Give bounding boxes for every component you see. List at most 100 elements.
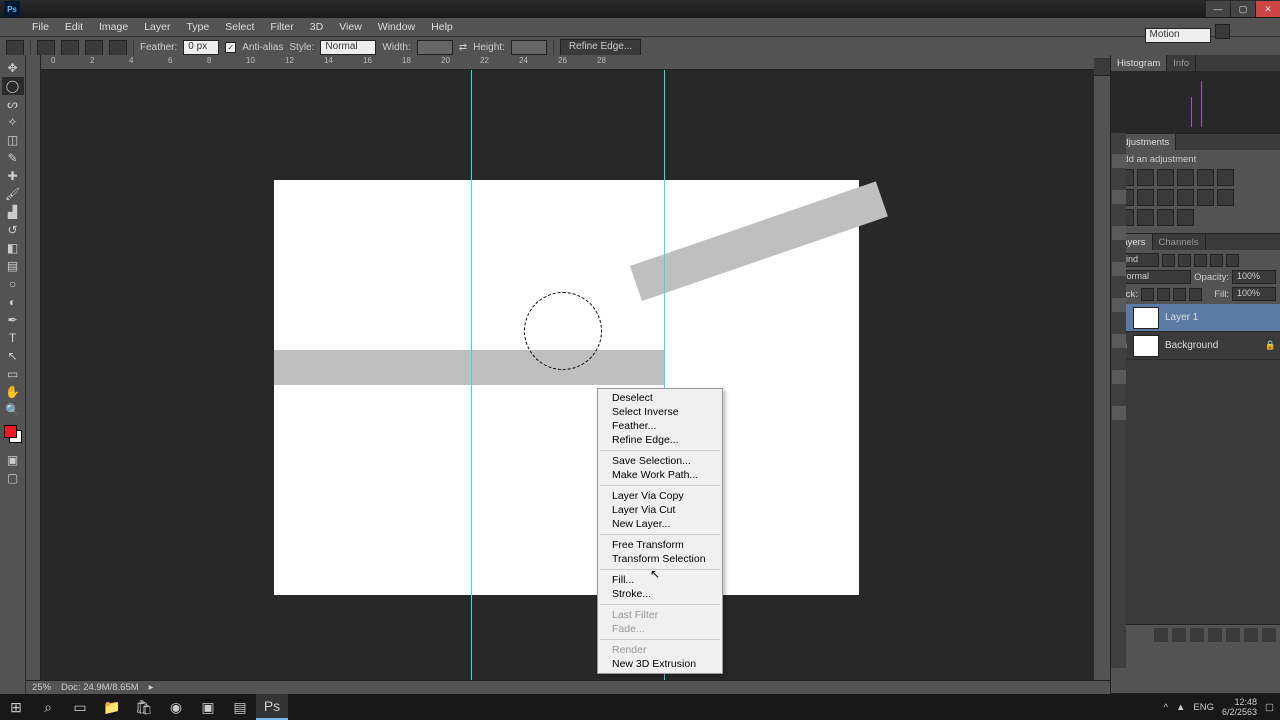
photoshop-taskbar-icon[interactable]: Ps xyxy=(256,694,288,720)
start-button[interactable]: ⊞ xyxy=(0,694,32,720)
marquee-tool[interactable]: ◯ xyxy=(2,77,24,95)
app-icon[interactable]: ▣ xyxy=(192,694,224,720)
layer-group-icon[interactable] xyxy=(1226,628,1240,642)
menu-type[interactable]: Type xyxy=(178,19,217,35)
stamp-tool[interactable]: ▟ xyxy=(2,203,24,221)
adj-icon[interactable] xyxy=(1217,189,1234,206)
ctx-deselect[interactable]: Deselect xyxy=(598,391,722,405)
antialias-checkbox[interactable]: ✓ xyxy=(225,42,236,53)
zoom-tool[interactable]: 🔍 xyxy=(2,401,24,419)
close-button[interactable]: ✕ xyxy=(1256,1,1280,17)
ctx-layer-via-copy[interactable]: Layer Via Copy xyxy=(598,489,722,503)
strip-icon[interactable] xyxy=(1112,406,1126,420)
adjustment-layer-icon[interactable] xyxy=(1208,628,1222,642)
filter-shape-icon[interactable] xyxy=(1210,254,1223,267)
search-button[interactable]: ⌕ xyxy=(32,694,64,720)
strip-icon[interactable] xyxy=(1112,298,1126,312)
layer-item[interactable]: Layer 1 xyxy=(1111,304,1280,332)
ctx-new-layer[interactable]: New Layer... xyxy=(598,517,722,531)
canvas-area[interactable]: 0246810121416182022242628 DeselectSelect… xyxy=(26,55,1094,694)
adj-icon[interactable] xyxy=(1197,169,1214,186)
layer-thumb[interactable] xyxy=(1133,307,1159,329)
style-select[interactable]: Normal xyxy=(320,40,376,55)
fill-input[interactable]: 100% xyxy=(1232,287,1276,301)
tray-lang[interactable]: ENG xyxy=(1193,702,1214,713)
strip-icon[interactable] xyxy=(1112,190,1126,204)
strip-icon[interactable] xyxy=(1112,334,1126,348)
lock-position-icon[interactable] xyxy=(1173,288,1186,301)
refine-edge-button[interactable]: Refine Edge... xyxy=(560,39,641,56)
ctx-new-d-extrusion[interactable]: New 3D Extrusion xyxy=(598,657,722,671)
tool-preset-icon[interactable] xyxy=(6,40,24,56)
color-swatch[interactable] xyxy=(4,425,22,443)
subtract-selection-icon[interactable] xyxy=(85,40,103,56)
minimize-button[interactable]: — xyxy=(1206,1,1230,17)
wand-tool[interactable]: ✧ xyxy=(2,113,24,131)
delete-layer-icon[interactable] xyxy=(1262,628,1276,642)
screenmode-tool[interactable]: ▢ xyxy=(2,469,24,487)
type-tool[interactable]: T xyxy=(2,329,24,347)
ctx-transform-selection[interactable]: Transform Selection xyxy=(598,552,722,566)
shape-tool[interactable]: ▭ xyxy=(2,365,24,383)
ctx-save-selection[interactable]: Save Selection... xyxy=(598,454,722,468)
crop-tool[interactable]: ◫ xyxy=(2,131,24,149)
new-layer-icon[interactable] xyxy=(1244,628,1258,642)
eyedropper-tool[interactable]: ✎ xyxy=(2,149,24,167)
hand-tool[interactable]: ✋ xyxy=(2,383,24,401)
brush-tool[interactable]: 🖌 xyxy=(2,185,24,203)
menu-image[interactable]: Image xyxy=(91,19,136,35)
blend-mode-select[interactable]: Normal xyxy=(1115,270,1191,284)
move-tool[interactable]: ✥ xyxy=(2,59,24,77)
adj-icon[interactable] xyxy=(1177,189,1194,206)
ctx-stroke[interactable]: Stroke... xyxy=(598,587,722,601)
adj-icon[interactable] xyxy=(1157,189,1174,206)
dodge-tool[interactable]: ◐ xyxy=(2,293,24,311)
quickmask-tool[interactable]: ▣ xyxy=(2,451,24,469)
tab-channels[interactable]: Channels xyxy=(1153,234,1206,250)
healing-tool[interactable]: ✚ xyxy=(2,167,24,185)
ctx-select-inverse[interactable]: Select Inverse xyxy=(598,405,722,419)
pen-tool[interactable]: ✒ xyxy=(2,311,24,329)
store-icon[interactable]: 🛍 xyxy=(128,694,160,720)
blur-tool[interactable]: ○ xyxy=(2,275,24,293)
ctx-fill[interactable]: Fill... xyxy=(598,573,722,587)
menu-view[interactable]: View xyxy=(331,19,370,35)
adj-icon[interactable] xyxy=(1137,169,1154,186)
menu-select[interactable]: Select xyxy=(217,19,262,35)
layer-fx-icon[interactable] xyxy=(1172,628,1186,642)
adj-icon[interactable] xyxy=(1157,209,1174,226)
adj-icon[interactable] xyxy=(1137,209,1154,226)
path-tool[interactable]: ↖ xyxy=(2,347,24,365)
feather-input[interactable]: 0 px xyxy=(183,40,219,55)
new-selection-icon[interactable] xyxy=(37,40,55,56)
explorer-icon[interactable]: 📁 xyxy=(96,694,128,720)
menu-file[interactable]: File xyxy=(24,19,57,35)
lasso-tool[interactable]: ᔕ xyxy=(2,95,24,113)
link-layers-icon[interactable] xyxy=(1154,628,1168,642)
adj-icon[interactable] xyxy=(1197,189,1214,206)
strip-icon[interactable] xyxy=(1112,226,1126,240)
lock-transparency-icon[interactable] xyxy=(1141,288,1154,301)
tab-histogram[interactable]: Histogram xyxy=(1111,55,1167,71)
filter-smart-icon[interactable] xyxy=(1226,254,1239,267)
notifications-icon[interactable]: ▢ xyxy=(1265,702,1274,713)
menu-edit[interactable]: Edit xyxy=(57,19,91,35)
ctx-make-work-path[interactable]: Make Work Path... xyxy=(598,468,722,482)
tray-clock[interactable]: 12:48 6/2/2563 xyxy=(1222,697,1257,717)
workspace-select[interactable]: Motion xyxy=(1145,28,1211,43)
maximize-button[interactable]: ▢ xyxy=(1231,1,1255,17)
taskview-button[interactable]: ▭ xyxy=(64,694,96,720)
filter-adj-icon[interactable] xyxy=(1178,254,1191,267)
menu-layer[interactable]: Layer xyxy=(136,19,178,35)
lock-all-icon[interactable] xyxy=(1189,288,1202,301)
foreground-color[interactable] xyxy=(4,425,17,438)
ctx-feather[interactable]: Feather... xyxy=(598,419,722,433)
adj-icon[interactable] xyxy=(1157,169,1174,186)
strip-icon[interactable] xyxy=(1112,154,1126,168)
workspace-menu-icon[interactable] xyxy=(1215,24,1230,39)
menu-help[interactable]: Help xyxy=(423,19,461,35)
filter-pixel-icon[interactable] xyxy=(1162,254,1175,267)
ctx-free-transform[interactable]: Free Transform xyxy=(598,538,722,552)
app-icon[interactable]: ▤ xyxy=(224,694,256,720)
guide-vertical[interactable] xyxy=(471,70,472,694)
